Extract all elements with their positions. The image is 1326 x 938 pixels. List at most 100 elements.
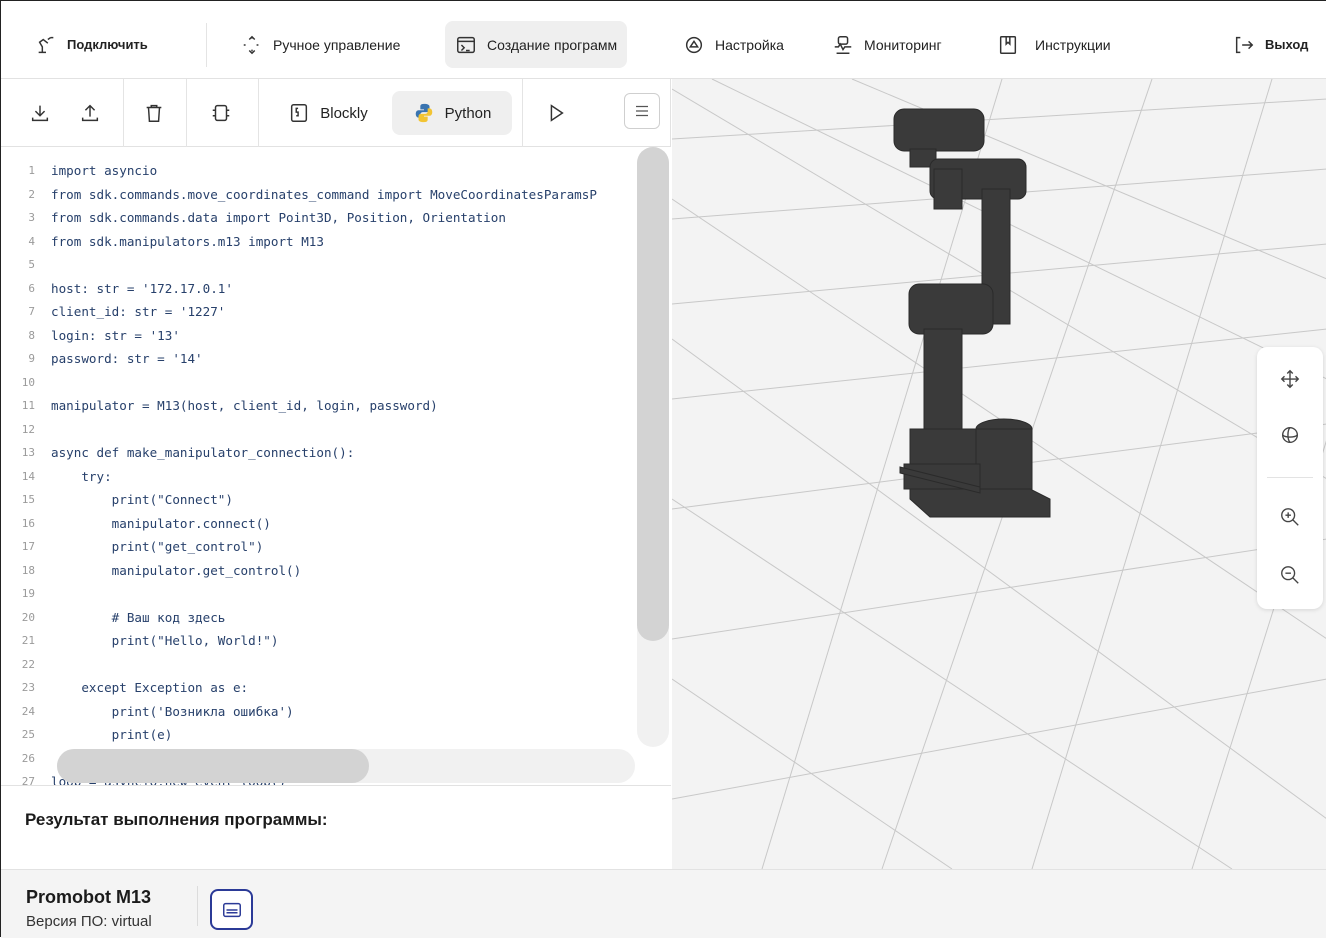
horizontal-scroll-thumb[interactable] [57, 749, 369, 783]
python-icon [415, 103, 432, 123]
nav-exit[interactable]: Выход [1223, 21, 1318, 68]
blockly-icon [291, 104, 308, 122]
view-controls [1257, 347, 1323, 609]
line-number: 11 [21, 399, 35, 413]
nav-instructions-label: Инструкции [1035, 36, 1111, 53]
line-number: 5 [28, 258, 35, 272]
code-editor[interactable]: 27loop = asyncio.new_event_loop()2625 pr… [1, 147, 671, 785]
nav-connect[interactable]: Подключить [25, 21, 158, 68]
line-number: 21 [21, 634, 35, 648]
code-line[interactable]: 24 print('Возникла ошибка') [1, 700, 661, 724]
menu-button[interactable] [624, 93, 660, 129]
line-number: 2 [28, 187, 35, 201]
code-line[interactable]: 1 import asyncio [1, 159, 661, 183]
software-version: Версия ПО: virtual [26, 913, 152, 930]
code-line[interactable]: 13 async def make_manipulator_connection(… [1, 441, 661, 465]
terminal-icon [457, 36, 475, 53]
code-line[interactable]: 9 password: str = '14' [1, 347, 661, 371]
nav-manual-control[interactable]: Ручное управление [231, 21, 410, 68]
code-line[interactable]: 23 except Exception as e: [1, 676, 661, 700]
rotate-icon [1281, 426, 1299, 444]
code-line[interactable]: 12 [1, 418, 661, 442]
code-line[interactable]: 6 host: str = '172.17.0.1' [1, 277, 661, 301]
code-text: print("Connect") [51, 492, 233, 508]
play-icon [550, 104, 564, 122]
code-line[interactable]: 22 [1, 653, 661, 677]
line-number: 18 [21, 563, 35, 577]
code-line[interactable]: 16 manipulator.connect() [1, 512, 661, 536]
code-line[interactable]: 3 from sdk.commands.data import Point3D, … [1, 206, 661, 230]
code-text: manipulator.get_control() [51, 562, 302, 578]
program-output: Результат выполнения программы: [1, 785, 671, 869]
upload-button[interactable] [75, 91, 105, 135]
code-line[interactable]: 14 try: [1, 465, 661, 489]
python-label: Python [444, 104, 492, 122]
vertical-scroll-thumb[interactable] [637, 147, 669, 641]
line-number: 22 [21, 657, 35, 671]
blockly-tab[interactable]: Blockly [273, 91, 383, 135]
code-text: async def make_manipulator_connection(): [51, 445, 355, 461]
code-line[interactable]: 20 # Ваш код здесь [1, 606, 661, 630]
toolbar-divider [186, 79, 187, 147]
horizontal-scrollbar[interactable] [57, 749, 635, 783]
code-text: from sdk.commands.move_coordinates_comma… [51, 186, 597, 202]
code-text: host: str = '172.17.0.1' [51, 280, 233, 296]
code-line[interactable]: 2 from sdk.commands.move_coordinates_comm… [1, 183, 661, 207]
delete-button[interactable] [139, 91, 169, 135]
status-divider [197, 886, 198, 926]
code-line[interactable]: 7 client_id: str = '1227' [1, 300, 661, 324]
trash-icon [146, 104, 162, 122]
code-line[interactable]: 11 manipulator = M13(host, client_id, log… [1, 394, 661, 418]
zoom-out-button[interactable] [1274, 559, 1306, 591]
nav-exit-label: Выход [1265, 37, 1309, 52]
code-line[interactable]: 5 [1, 253, 661, 277]
code-text: print("Hello, World!") [51, 633, 279, 649]
blockly-label: Blockly [320, 104, 368, 122]
nav-create-programs[interactable]: Создание программ [445, 21, 628, 68]
code-text: try: [51, 468, 112, 484]
code-text: # Ваш код здесь [51, 609, 226, 625]
line-number: 12 [21, 422, 35, 436]
robot-model [893, 108, 1051, 518]
code-line[interactable]: 18 manipulator.get_control() [1, 559, 661, 583]
robot-name: Promobot M13 [26, 887, 152, 907]
nav-create-label: Создание программ [487, 36, 618, 53]
line-number: 9 [28, 352, 35, 366]
pan-button[interactable] [1274, 363, 1306, 395]
zoom-in-button[interactable] [1274, 501, 1306, 533]
run-button[interactable] [541, 91, 571, 135]
code-line[interactable]: 19 [1, 582, 661, 606]
download-button[interactable] [25, 91, 55, 135]
code-line[interactable]: 15 print("Connect") [1, 488, 661, 512]
vertical-scrollbar[interactable] [637, 147, 669, 747]
nav-settings[interactable]: Настройка [673, 21, 794, 68]
nav-monitoring[interactable]: Мониторинг [822, 21, 952, 68]
chip-button[interactable] [206, 91, 236, 135]
rotate-button[interactable] [1274, 419, 1306, 451]
console-button[interactable] [210, 889, 253, 930]
code-line[interactable]: 4 from sdk.manipulators.m13 import M13 [1, 230, 661, 254]
top-navigation: Подключить Ручное управление Создание пр… [1, 1, 1326, 79]
code-line[interactable]: 8 login: str = '13' [1, 324, 661, 348]
line-number: 10 [21, 375, 35, 389]
code-line[interactable]: 10 [1, 371, 661, 395]
code-line[interactable]: 25 print(e) [1, 723, 661, 747]
nav-connect-label: Подключить [67, 37, 148, 52]
code-text: login: str = '13' [51, 327, 180, 343]
nav-monitoring-label: Мониторинг [864, 36, 942, 53]
nav-settings-label: Настройка [715, 36, 784, 53]
code-text: print('Возникла ошибка') [51, 703, 294, 719]
console-icon [222, 902, 241, 917]
3d-viewport[interactable] [672, 79, 1326, 869]
controls-divider [1267, 477, 1313, 478]
code-line[interactable]: 21 print("Hello, World!") [1, 629, 661, 653]
python-tab[interactable]: Python [392, 91, 512, 135]
code-text: from sdk.manipulators.m13 import M13 [51, 233, 324, 249]
code-line[interactable]: 17 print("get_control") [1, 535, 661, 559]
line-number: 3 [28, 211, 35, 225]
upload-icon [81, 104, 99, 122]
line-number: 8 [28, 328, 35, 342]
line-number: 13 [21, 446, 35, 460]
line-number: 19 [21, 587, 35, 601]
nav-instructions[interactable]: Инструкции [987, 21, 1121, 68]
